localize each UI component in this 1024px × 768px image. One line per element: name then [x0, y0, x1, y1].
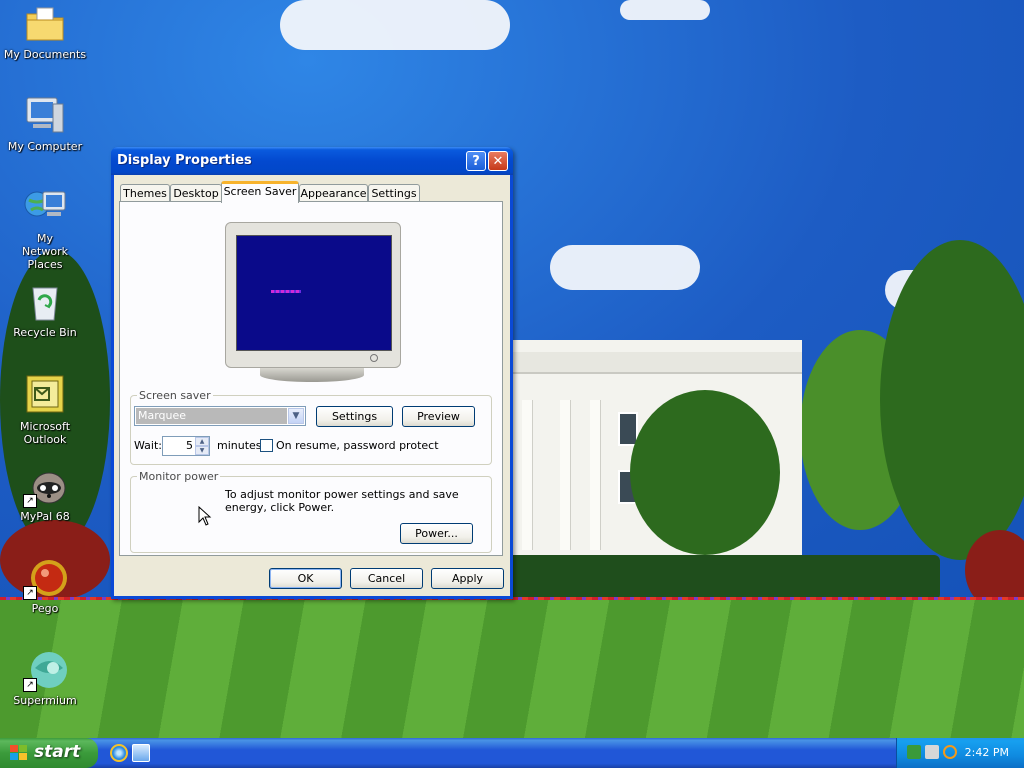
wallpaper-tree — [630, 390, 780, 555]
taskbar: start 2:42 PM — [0, 738, 1024, 768]
supermium-icon: ↗ — [23, 648, 67, 692]
wallpaper-column — [560, 400, 570, 550]
desktop-icon-label: My Computer — [7, 140, 83, 153]
internet-explorer-icon[interactable] — [110, 744, 128, 762]
wallpaper-lawn — [0, 600, 1024, 740]
start-label: start — [34, 742, 81, 762]
spin-down-icon[interactable]: ▼ — [195, 446, 209, 455]
folder-documents-icon — [23, 2, 67, 46]
monitor-power-group-title: Monitor power — [137, 470, 221, 483]
tab-label: Themes — [123, 187, 167, 200]
dialog-titlebar[interactable]: Display Properties ? ✕ — [111, 147, 513, 175]
show-desktop-icon[interactable] — [132, 744, 150, 762]
settings-button[interactable]: Settings — [316, 406, 393, 427]
desktop-icon-label: Recycle Bin — [13, 326, 77, 339]
wallpaper-house-roof — [512, 352, 802, 374]
ok-button[interactable]: OK — [269, 568, 342, 589]
pego-icon: ↗ — [23, 556, 67, 600]
system-tray: 2:42 PM — [896, 738, 1024, 768]
shortcut-arrow-icon: ↗ — [23, 678, 37, 692]
cancel-button[interactable]: Cancel — [350, 568, 423, 589]
desktop-icon-label: Microsoft Outlook — [19, 420, 71, 446]
wallpaper-hedge — [500, 555, 940, 600]
close-button[interactable]: ✕ — [488, 151, 508, 171]
shortcut-arrow-icon: ↗ — [23, 586, 37, 600]
computer-icon — [23, 94, 67, 138]
desktop-icon-label: My Documents — [3, 48, 87, 61]
monitor-power-description: To adjust monitor power settings and sav… — [225, 488, 459, 514]
desktop-icon-my-computer[interactable]: My Computer — [0, 94, 90, 153]
dialog-client-area: Themes Desktop Screen Saver Appearance S… — [114, 175, 510, 596]
shortcut-arrow-icon: ↗ — [23, 494, 37, 508]
mypal-raccoon-icon: ↗ — [23, 464, 67, 508]
monitor-power-led-icon — [370, 354, 378, 362]
marquee-preview-text — [271, 290, 301, 293]
desktop-icon-label: Supermium — [13, 694, 77, 707]
wallpaper-cloud — [550, 245, 700, 290]
start-button[interactable]: start — [0, 738, 98, 768]
desktop-icon-recycle-bin[interactable]: Recycle Bin — [0, 280, 90, 339]
desktop-icon-mypal-68[interactable]: ↗ MyPal 68 — [0, 464, 90, 523]
desktop-icon-my-network-places[interactable]: My Network Places — [0, 186, 90, 271]
help-button[interactable]: ? — [466, 151, 486, 171]
screen-saver-group: Screen saver Marquee ▼ Settings Preview … — [130, 389, 492, 465]
display-properties-dialog: Display Properties ? ✕ Themes Desktop Sc… — [111, 147, 513, 599]
wallpaper-column — [590, 400, 600, 550]
desktop-icon-pego[interactable]: ↗ Pego — [0, 556, 90, 615]
help-icon: ? — [472, 154, 480, 169]
wait-minutes-value: 5 — [186, 439, 193, 452]
desktop-icon-microsoft-outlook[interactable]: Microsoft Outlook — [0, 374, 90, 446]
monitor-stand — [260, 368, 364, 382]
mouse-cursor-icon — [198, 505, 212, 529]
desktop-icon-label: My Network Places — [22, 232, 68, 271]
apply-button[interactable]: Apply — [431, 568, 504, 589]
chevron-down-icon[interactable]: ▼ — [288, 408, 304, 424]
power-button[interactable]: Power... — [400, 523, 473, 544]
dialog-title: Display Properties — [117, 153, 252, 168]
tab-themes[interactable]: Themes — [120, 184, 170, 202]
outlook-icon — [23, 374, 67, 418]
recycle-bin-icon — [23, 280, 67, 324]
desktop-icon-my-documents[interactable]: My Documents — [0, 2, 90, 61]
screensaver-selected-value: Marquee — [136, 408, 287, 424]
screensaver-preview-screen — [236, 235, 392, 351]
wallpaper-column — [522, 400, 532, 550]
network-icon[interactable] — [907, 745, 921, 759]
tab-settings[interactable]: Settings — [368, 184, 420, 202]
windows-logo-icon — [10, 745, 28, 761]
tab-label: Settings — [371, 187, 417, 200]
desktop-icon-label: MyPal 68 — [20, 510, 70, 523]
tab-label: Appearance — [300, 187, 367, 200]
screensaver-select[interactable]: Marquee ▼ — [134, 406, 306, 426]
screen-saver-group-title: Screen saver — [137, 389, 213, 402]
wallpaper-cloud — [280, 0, 510, 50]
wait-label: Wait: — [134, 439, 162, 452]
spin-up-icon[interactable]: ▲ — [195, 437, 209, 446]
tab-label: Desktop — [173, 187, 219, 200]
password-protect-label[interactable]: On resume, password protect — [276, 439, 439, 452]
tab-desktop[interactable]: Desktop — [170, 184, 222, 202]
minutes-label: minutes — [217, 439, 262, 452]
tab-screen-saver[interactable]: Screen Saver — [221, 181, 299, 203]
monitor-power-group: Monitor power To adjust monitor power se… — [130, 470, 492, 553]
desktop-icon-supermium[interactable]: ↗ Supermium — [0, 648, 90, 707]
tab-label: Screen Saver — [223, 185, 297, 198]
close-icon: ✕ — [492, 154, 504, 169]
safely-remove-icon[interactable] — [925, 745, 939, 759]
desktop-icon-label: Pego — [31, 602, 59, 615]
screen-saver-panel: Screen saver Marquee ▼ Settings Preview … — [119, 201, 503, 556]
network-places-icon — [23, 186, 67, 230]
clock[interactable]: 2:42 PM — [965, 746, 1009, 759]
password-protect-checkbox[interactable] — [260, 439, 273, 452]
monitor-preview — [225, 222, 401, 368]
search-icon[interactable] — [943, 745, 957, 759]
wait-minutes-spinner[interactable]: 5 ▲ ▼ — [162, 436, 210, 456]
preview-button[interactable]: Preview — [402, 406, 475, 427]
wallpaper-cloud — [620, 0, 710, 20]
tab-appearance[interactable]: Appearance — [299, 184, 368, 202]
